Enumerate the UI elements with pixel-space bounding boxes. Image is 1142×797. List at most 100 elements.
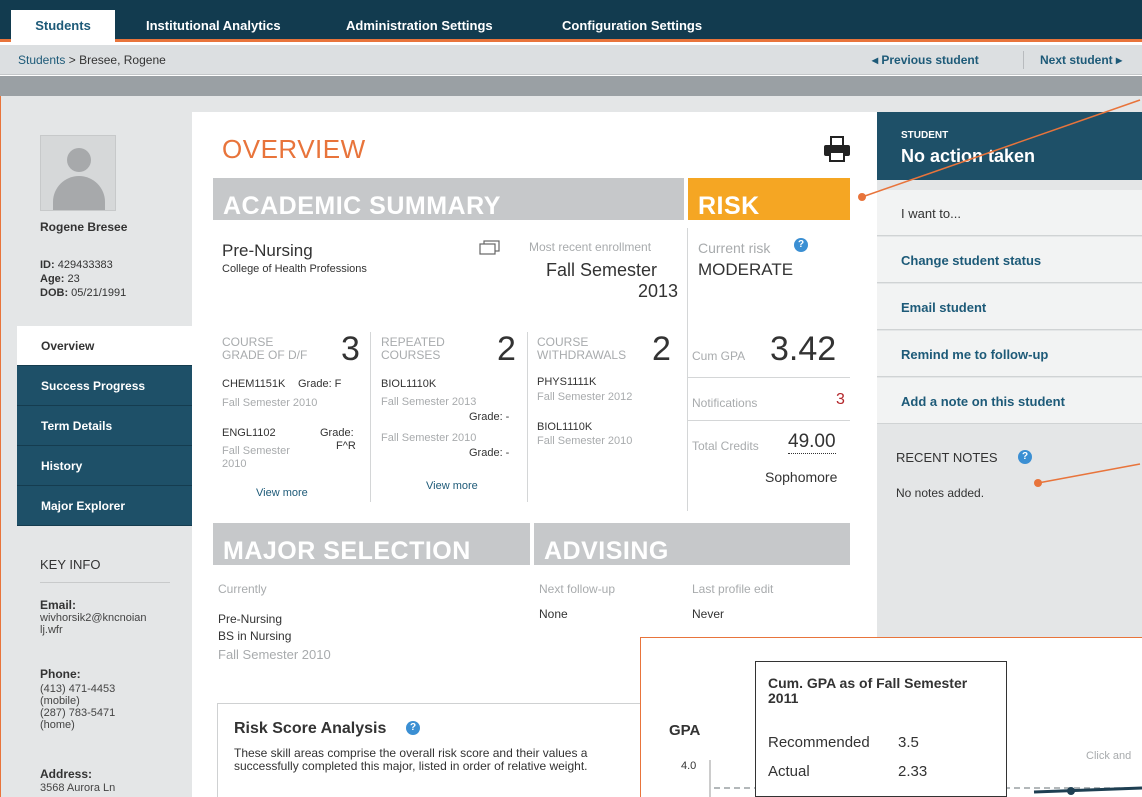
academic-summary-header: ACADEMIC SUMMARY [213, 178, 684, 220]
course-grade-label: COURSE [222, 335, 274, 349]
copy-icon[interactable] [479, 240, 501, 256]
divider [688, 377, 850, 378]
divider [688, 420, 850, 421]
df-grade-2-value: F^R [336, 440, 356, 452]
phone-mobile: (413) 471-4453 [40, 683, 116, 695]
recent-enrollment-year: 2013 [638, 281, 679, 301]
chart-y-label: GPA [669, 722, 701, 739]
sidenav-major-explorer[interactable]: Major Explorer [17, 486, 192, 526]
key-info-title: KEY INFO [40, 557, 101, 572]
help-icon[interactable]: ? [794, 238, 808, 252]
address-line1: 3568 Aurora Ln [40, 782, 116, 794]
repeated-course-1: BIOL1110K [381, 378, 437, 390]
last-edit-label: Last profile edit [692, 582, 774, 596]
phone-label: Phone: [40, 667, 81, 681]
major-line-3: Fall Semester 2010 [218, 647, 331, 662]
breadcrumb-students-link[interactable]: Students [18, 53, 65, 67]
withdrawals-count: 2 [652, 330, 671, 368]
student-age-label: Age: [40, 273, 65, 285]
top-nav: Students Institutional Analytics Adminis… [0, 0, 1142, 42]
advising-title: ADVISING [544, 537, 669, 565]
tooltip-actual-value: 2.33 [898, 763, 928, 780]
side-nav: Overview Success Progress Term Details H… [17, 326, 192, 526]
df-course-1: CHEM1151K [222, 378, 286, 390]
student-dob-value: 05/21/1991 [71, 287, 127, 299]
college-name: College of Health Professions [222, 263, 367, 275]
help-icon[interactable]: ? [406, 721, 420, 735]
chart-y-tick: 4.0 [681, 760, 697, 772]
recent-enrollment-term: Fall Semester [546, 260, 658, 280]
notifications-count[interactable]: 3 [836, 391, 845, 409]
student-id-label: ID: [40, 259, 55, 271]
withdrawal-course-2: BIOL1110K [537, 421, 593, 433]
tab-configuration-settings[interactable]: Configuration Settings [562, 10, 702, 42]
callout-dot-risk [858, 193, 866, 201]
tooltip-recommended-value: 3.5 [898, 734, 919, 751]
tooltip-title-line1: Cum. GPA as of Fall Semester [768, 675, 968, 691]
print-icon[interactable] [822, 136, 852, 162]
risk-score-title: Risk Score Analysis [234, 720, 387, 737]
student-name: Rogene Bresee [40, 220, 128, 234]
callout-line-risk [861, 99, 1141, 198]
breadcrumb-separator: > [65, 53, 80, 67]
df-term-2-year: 2010 [222, 458, 247, 470]
divider [40, 582, 170, 583]
repeated-term-1: Fall Semester 2013 [381, 396, 477, 408]
actual-gpa-point [1067, 787, 1075, 795]
major-selection-title: MAJOR SELECTION [223, 537, 471, 565]
repeated-grade-1: Grade: - [469, 411, 510, 423]
next-student-link[interactable]: Next student ▸ [1040, 53, 1122, 67]
cum-gpa-value: 3.42 [770, 330, 837, 368]
risk-score-description: These skill areas comprise the overall r… [234, 747, 644, 773]
callout-lines [858, 99, 1141, 487]
last-edit-value: Never [692, 607, 725, 621]
phone-home: (287) 783-5471 [40, 707, 116, 719]
tooltip-actual-label: Actual [768, 763, 810, 780]
advising-header: ADVISING [534, 523, 850, 565]
risk-title: RISK [698, 192, 760, 220]
recent-enrollment-label: Most recent enrollment [529, 240, 652, 254]
student-age-value: 23 [67, 273, 80, 285]
email-value-line2[interactable]: lj.wfr [40, 624, 63, 636]
major-line-2: BS in Nursing [218, 629, 292, 643]
previous-student-link[interactable]: ◂ Previous student [872, 53, 979, 67]
email-value-line1[interactable]: wivhorsik2@kncnoian [40, 612, 147, 624]
divider [1023, 51, 1024, 69]
withdrawal-term-1: Fall Semester 2012 [537, 391, 633, 403]
view-more-link[interactable]: View more [256, 487, 308, 499]
tab-institutional-analytics[interactable]: Institutional Analytics [146, 10, 281, 42]
df-grade-2: Grade: [320, 427, 354, 439]
tab-administration-settings[interactable]: Administration Settings [346, 10, 493, 42]
sidenav-history[interactable]: History [17, 446, 192, 486]
academic-summary-title: ACADEMIC SUMMARY [223, 192, 501, 220]
sidenav-success-progress[interactable]: Success Progress [17, 366, 192, 406]
divider [370, 332, 371, 502]
tooltip-recommended-label: Recommended [768, 734, 870, 751]
student-id-value: 429433383 [57, 259, 113, 271]
divider [527, 332, 528, 502]
next-followup-label: Next follow-up [539, 582, 616, 596]
address-label: Address: [40, 767, 93, 781]
sidenav-term-details[interactable]: Term Details [17, 406, 192, 446]
view-more-link[interactable]: View more [426, 480, 478, 492]
program-name: Pre-Nursing [222, 241, 313, 260]
withdrawals-label-2: WITHDRAWALS [537, 348, 627, 362]
total-credits-label: Total Credits [692, 439, 759, 453]
df-course-2: ENGL1102 [222, 427, 276, 439]
page-title: OVERVIEW [222, 134, 366, 164]
actual-gpa-line [1033, 786, 1142, 794]
df-term-1: Fall Semester 2010 [222, 397, 318, 409]
repeated-grade-2: Grade: - [469, 447, 510, 459]
tooltip-title-line2: 2011 [768, 690, 799, 706]
breadcrumb: Students > Bresee, Rogene [18, 53, 166, 67]
breadcrumb-current: Bresee, Rogene [79, 53, 166, 67]
current-risk-label: Current risk [698, 240, 771, 256]
student-dob: DOB: 05/21/1991 [40, 287, 126, 299]
sidenav-overview[interactable]: Overview [17, 326, 192, 366]
tab-students[interactable]: Students [11, 10, 115, 42]
withdrawals-label: COURSE [537, 335, 589, 349]
breadcrumb-bar: Students > Bresee, Rogene ◂ Previous stu… [0, 45, 1142, 75]
notifications-label: Notifications [692, 396, 758, 410]
df-grade-1: Grade: F [298, 378, 342, 390]
email-label: Email: [40, 598, 77, 612]
